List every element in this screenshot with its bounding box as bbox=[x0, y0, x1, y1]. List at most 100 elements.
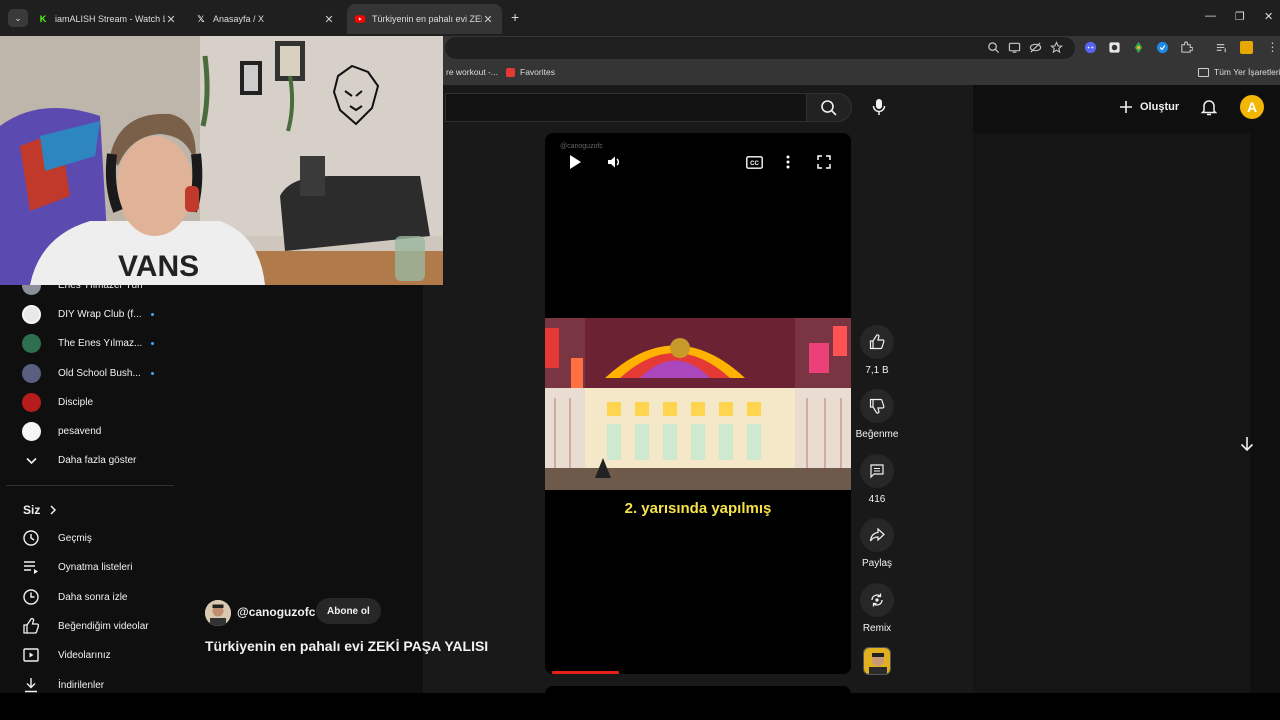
sidebar-subscription[interactable]: The Enes Yılmaz... bbox=[22, 334, 172, 353]
browser-menu-icon[interactable]: ⋮ bbox=[1266, 41, 1279, 54]
all-bookmarks[interactable]: Tüm Yer İşaretleri bbox=[1198, 67, 1280, 77]
comments-button[interactable]: 416 bbox=[855, 454, 899, 505]
play-button[interactable] bbox=[566, 153, 584, 171]
dislike-button[interactable]: Beğenme bbox=[855, 389, 899, 440]
channel-avatar bbox=[22, 364, 41, 383]
bookmark-star-icon[interactable] bbox=[1050, 41, 1063, 54]
new-content-dot bbox=[151, 313, 154, 316]
search-icon bbox=[821, 99, 837, 116]
sidebar-item-label: Videolarınız bbox=[58, 649, 111, 661]
search-input[interactable] bbox=[445, 93, 806, 122]
channel-avatar bbox=[22, 422, 41, 441]
more-options-button[interactable] bbox=[779, 153, 797, 171]
sidebar-item-history[interactable]: Geçmiş bbox=[22, 529, 92, 547]
channel-avatar-image bbox=[205, 600, 231, 626]
subscribe-button[interactable]: Abone ol bbox=[316, 598, 381, 624]
folder-icon bbox=[1198, 67, 1209, 77]
sidebar-item-label: Beğendiğim videolar bbox=[58, 620, 149, 632]
share-label: Paylaş bbox=[861, 558, 892, 569]
close-icon[interactable]: ✕ bbox=[165, 13, 177, 26]
channel-name: Disciple bbox=[58, 397, 94, 408]
show-more-button[interactable]: Daha fazla göster bbox=[22, 451, 172, 470]
extension-box-icon[interactable] bbox=[1108, 41, 1121, 54]
you-section-header[interactable]: Siz bbox=[23, 503, 57, 517]
tab-search-button[interactable]: ⌄ bbox=[8, 9, 28, 27]
thumbs-down-icon bbox=[869, 398, 885, 414]
extension-green-icon[interactable] bbox=[1132, 41, 1145, 54]
channel-handle[interactable]: @canoguzofc bbox=[237, 605, 315, 619]
channel-name: Old School Bush... bbox=[58, 368, 141, 379]
restore-icon[interactable]: ❐ bbox=[1235, 10, 1245, 23]
new-content-dot bbox=[151, 342, 154, 345]
extensions-puzzle-icon[interactable] bbox=[1180, 41, 1193, 54]
remix-button[interactable]: Remix bbox=[855, 583, 899, 634]
chevron-right-icon bbox=[50, 505, 57, 515]
tab-kick[interactable]: K iamALISH Stream - Watch Live o ✕ bbox=[30, 4, 185, 34]
more-vertical-icon bbox=[786, 155, 790, 169]
create-button[interactable]: Oluştur bbox=[1118, 95, 1179, 119]
you-label: Siz bbox=[23, 503, 41, 517]
channel-avatar-button[interactable] bbox=[863, 647, 891, 675]
sidebar-item-watch-later[interactable]: Daha sonra izle bbox=[22, 588, 127, 606]
search-button[interactable] bbox=[806, 93, 852, 122]
channel-name: DIY Wrap Club (f... bbox=[58, 309, 142, 320]
all-bookmarks-label: Tüm Yer İşaretleri bbox=[1214, 67, 1280, 77]
video-watermark: @canoguzofc bbox=[560, 143, 603, 150]
voice-search-button[interactable] bbox=[868, 96, 890, 118]
share-button[interactable]: Paylaş bbox=[855, 518, 899, 569]
zoom-icon[interactable] bbox=[987, 41, 1000, 54]
address-bar[interactable] bbox=[445, 37, 1075, 59]
account-avatar[interactable]: A bbox=[1240, 95, 1264, 119]
sidebar-item-liked-videos[interactable]: Beğendiğim videolar bbox=[22, 617, 149, 635]
bookmark-label: re workout -... bbox=[446, 67, 498, 77]
shorts-player[interactable]: @canoguzofc CC 2. yarısında yapılmış bbox=[545, 133, 851, 674]
tab-x[interactable]: 𝕏 Anasayfa / X ✕ bbox=[188, 4, 343, 34]
liked-icon bbox=[23, 617, 40, 634]
sidebar-item-label: Daha sonra izle bbox=[58, 591, 128, 603]
x-icon: 𝕏 bbox=[197, 13, 205, 24]
eye-off-icon[interactable] bbox=[1029, 41, 1042, 54]
short-title[interactable]: Türkiyenin en pahalı evi ZEKİ PAŞA YALIS… bbox=[205, 638, 488, 654]
arrow-down-icon[interactable] bbox=[1238, 435, 1256, 453]
tab-youtube[interactable]: Türkiyenin en pahalı evi ZEKİ PA ✕ bbox=[347, 4, 502, 34]
svg-text:VANS: VANS bbox=[118, 250, 199, 283]
history-icon bbox=[23, 530, 39, 546]
watch-later-icon bbox=[23, 589, 39, 605]
sidebar-subscription[interactable]: pesavend bbox=[22, 422, 172, 441]
sidebar-subscription[interactable]: Old School Bush... bbox=[22, 364, 172, 383]
new-tab-icon[interactable]: + bbox=[511, 10, 519, 24]
sidebar-subscription[interactable]: DIY Wrap Club (f... bbox=[22, 305, 172, 324]
extension-blue-icon[interactable] bbox=[1156, 41, 1169, 54]
sidebar-item-label: Geçmiş bbox=[58, 532, 92, 544]
sidebar-item-your-videos[interactable]: Videolarınız bbox=[22, 646, 111, 664]
favorites-icon bbox=[506, 67, 515, 77]
channel-avatar bbox=[864, 648, 890, 674]
show-more-label: Daha fazla göster bbox=[58, 455, 137, 466]
sidebar-subscription[interactable]: Disciple bbox=[22, 393, 172, 412]
mute-button[interactable] bbox=[605, 153, 623, 171]
right-panel bbox=[973, 133, 1250, 693]
close-icon[interactable]: ✕ bbox=[323, 13, 335, 26]
media-control-icon[interactable] bbox=[1215, 41, 1228, 54]
video-frame bbox=[545, 318, 851, 490]
fullscreen-button[interactable] bbox=[815, 153, 833, 171]
notifications-bell-icon[interactable] bbox=[1199, 97, 1219, 117]
close-icon[interactable]: ✕ bbox=[482, 13, 494, 26]
cast-icon[interactable] bbox=[1008, 41, 1021, 54]
progress-bar[interactable] bbox=[552, 671, 619, 674]
youtube-icon bbox=[355, 14, 365, 24]
bookmark-item[interactable]: Favorites bbox=[506, 67, 555, 77]
profile-icon[interactable] bbox=[1240, 41, 1253, 54]
sidebar-item-downloads[interactable]: İndirilenler bbox=[22, 676, 104, 694]
kick-icon: K bbox=[39, 14, 47, 24]
sidebar-item-playlists[interactable]: Oynatma listeleri bbox=[22, 558, 132, 576]
discord-icon[interactable] bbox=[1084, 41, 1097, 54]
minimize-icon[interactable]: — bbox=[1205, 10, 1216, 22]
like-button[interactable]: 7,1 B bbox=[855, 325, 899, 376]
channel-avatar[interactable] bbox=[205, 600, 231, 626]
bottom-letterbox bbox=[0, 693, 1280, 720]
window-close-icon[interactable]: ✕ bbox=[1264, 10, 1273, 23]
comment-count: 416 bbox=[868, 494, 886, 505]
captions-button[interactable]: CC bbox=[745, 153, 763, 171]
bookmark-item[interactable]: re workout -... bbox=[446, 67, 498, 77]
